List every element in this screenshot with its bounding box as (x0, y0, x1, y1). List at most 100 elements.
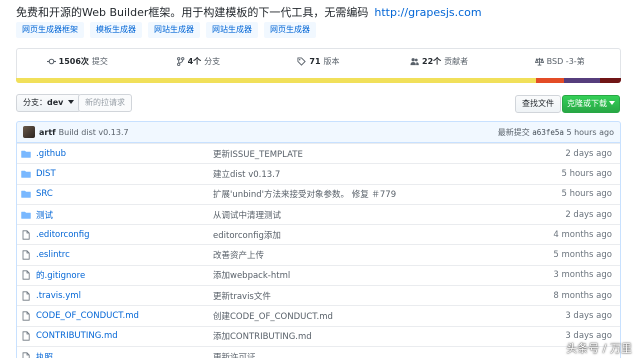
file-age: 4 months ago (553, 229, 612, 240)
branches-label: 分支 (204, 56, 221, 66)
commit-message[interactable]: Build dist v0.13.7 (59, 128, 129, 137)
file-name-link[interactable]: .editorconfig (36, 230, 216, 240)
file-row[interactable]: .eslintrc 改善资产上传 5 months ago (17, 244, 620, 264)
file-commit-message[interactable]: 创建CODE_OF_CONDUCT.md (213, 310, 333, 322)
topic-tag[interactable]: 网站生成器 (206, 22, 258, 38)
file-row[interactable]: 执照 更新许可证 (17, 345, 620, 358)
language-segment[interactable] (563, 78, 600, 83)
file-row[interactable]: SRC 扩展'unbind'方法来接受对象参数。 修复 ＃779 5 hours a… (17, 183, 620, 204)
homepage-link[interactable]: http://grapesjs.com (374, 6, 481, 19)
file-age: 5 hours ago (561, 189, 612, 200)
file-age: 5 months ago (553, 250, 612, 261)
folder-icon (21, 189, 31, 199)
file-icon (21, 311, 31, 321)
file-commit-message[interactable]: 从调试中清理测试 (213, 209, 281, 221)
clone-download-button[interactable]: 克隆或下载 (562, 95, 620, 113)
commit-meta: 最新提交 a63fe5a 5 hours ago (498, 127, 614, 138)
language-bar[interactable] (16, 78, 621, 83)
branch-value: dev (47, 98, 64, 107)
file-name-link[interactable]: 的.gitignore (36, 269, 216, 281)
file-name-link[interactable]: CONTRIBUTING.md (36, 331, 216, 341)
repo-description: 免费和开源的Web Builder框架。用于构建模板的下一代工具，无需编码 htt… (16, 4, 482, 20)
file-name-link[interactable]: .travis.yml (36, 291, 216, 301)
topic-tag[interactable]: 网站生成器 (148, 22, 200, 38)
file-commit-message[interactable]: 建立dist v0.13.7 (213, 168, 280, 180)
avatar[interactable] (23, 126, 35, 138)
file-commit-message[interactable]: 添加CONTRIBUTING.md (213, 330, 312, 342)
file-name-link[interactable]: .github (36, 149, 216, 159)
topics-list: 网页生成器框架 模板生成器 网站生成器 网站生成器 网页生成器 (16, 22, 316, 38)
commit-prefix: 最新提交 (497, 127, 530, 137)
file-commit-message[interactable]: 更新许可证 (213, 351, 256, 358)
topic-tag[interactable]: 网页生成器 (264, 22, 316, 38)
file-row[interactable]: .editorconfig editorconfig添加 4 months ago (17, 224, 620, 244)
language-segment[interactable] (16, 78, 537, 83)
file-list: .github 更新ISSUE_TEMPLATE 2 days ago DIST 建立d… (16, 143, 621, 358)
file-name-link[interactable]: 测试 (36, 209, 216, 221)
file-age: 3 months ago (553, 270, 612, 281)
latest-commit-bar: artf Build dist v0.13.7 最新提交 a63fe5a 5 h… (16, 121, 621, 143)
file-icon (21, 270, 31, 281)
chevron-down-icon (67, 100, 74, 104)
file-row[interactable]: .travis.yml 更新travis文件 8 months ago (17, 285, 620, 305)
language-segment[interactable] (536, 78, 564, 83)
file-icon (21, 291, 31, 301)
language-segment[interactable] (599, 78, 621, 83)
file-row[interactable]: 测试 从调试中清理测试 2 days ago (17, 203, 620, 224)
file-icon (21, 352, 31, 358)
license-label: BSD -3-第 (546, 56, 585, 66)
repo-summary: 1506次 提交 4个 分支 71 版本 22个 贡献者 BSD -3-第 (16, 48, 621, 83)
file-name-link[interactable]: SRC (36, 189, 216, 199)
file-icon (21, 230, 31, 240)
file-row[interactable]: DIST 建立dist v0.13.7 5 hours ago (17, 163, 620, 183)
commits-label: 提交 (91, 56, 108, 66)
file-name-link[interactable]: .eslintrc (36, 250, 216, 260)
chevron-down-icon (609, 101, 615, 105)
topic-tag[interactable]: 模板生成器 (90, 22, 142, 38)
folder-icon (21, 210, 31, 220)
tag-icon (297, 57, 307, 66)
file-icon (21, 250, 31, 260)
file-age: 2 days ago (565, 148, 612, 159)
commit-age: 5 hours ago (566, 127, 614, 137)
file-row[interactable]: 的.gitignore 添加webpack-html 3 months ago (17, 264, 620, 285)
file-commit-message[interactable]: 更新travis文件 (213, 290, 271, 302)
file-age: 5 hours ago (561, 168, 612, 179)
law-icon (534, 57, 544, 66)
license-summary[interactable]: BSD -3-第 (499, 57, 620, 67)
file-age: 2 days ago (565, 209, 612, 220)
file-age: 8 months ago (553, 290, 612, 301)
commits-count: 1506次 (58, 56, 89, 66)
releases-label: 版本 (323, 56, 340, 66)
clone-label: 克隆或下载 (567, 99, 607, 108)
contributors-count: 22个 (422, 56, 442, 66)
commit-sha[interactable]: a63fe5a (532, 128, 564, 137)
new-pull-request-button[interactable]: 新的拉请求 (78, 94, 132, 112)
file-commit-message[interactable]: editorconfig添加 (213, 229, 281, 241)
file-commit-message[interactable]: 更新ISSUE_TEMPLATE (213, 148, 303, 160)
find-file-button[interactable]: 查找文件 (515, 95, 561, 113)
contributors-summary[interactable]: 22个 贡献者 (379, 57, 500, 67)
file-icon (21, 331, 31, 341)
repo-description-text: 免费和开源的Web Builder框架。用于构建模板的下一代工具，无需编码 (16, 6, 369, 19)
branches-count: 4个 (187, 56, 202, 66)
branch-label: 分支： (23, 98, 47, 107)
file-row[interactable]: CONTRIBUTING.md 添加CONTRIBUTING.md 3 days a… (17, 325, 620, 346)
topic-tag[interactable]: 网页生成器框架 (16, 22, 84, 38)
commit-icon (46, 58, 56, 65)
file-commit-message[interactable]: 扩展'unbind'方法来接受对象参数。 修复 ＃779 (213, 188, 396, 200)
file-name-link[interactable]: CODE_OF_CONDUCT.md (36, 311, 216, 321)
commits-summary[interactable]: 1506次 提交 (17, 57, 138, 67)
file-name-link[interactable]: DIST (36, 169, 216, 179)
watermark-text: 头条号 / 万里 (566, 342, 632, 355)
branches-summary[interactable]: 4个 分支 (138, 57, 259, 67)
contributors-label: 贡献者 (444, 56, 469, 66)
file-name-link[interactable]: 执照 (36, 351, 216, 358)
releases-summary[interactable]: 71 版本 (258, 57, 379, 67)
file-commit-message[interactable]: 改善资产上传 (213, 249, 264, 261)
file-row[interactable]: .github 更新ISSUE_TEMPLATE 2 days ago (17, 143, 620, 163)
commit-author[interactable]: artf (39, 128, 56, 137)
file-commit-message[interactable]: 添加webpack-html (213, 269, 290, 281)
branch-select-button[interactable]: 分支：dev (16, 94, 81, 112)
file-row[interactable]: CODE_OF_CONDUCT.md 创建CODE_OF_CONDUCT.md 3 … (17, 305, 620, 325)
